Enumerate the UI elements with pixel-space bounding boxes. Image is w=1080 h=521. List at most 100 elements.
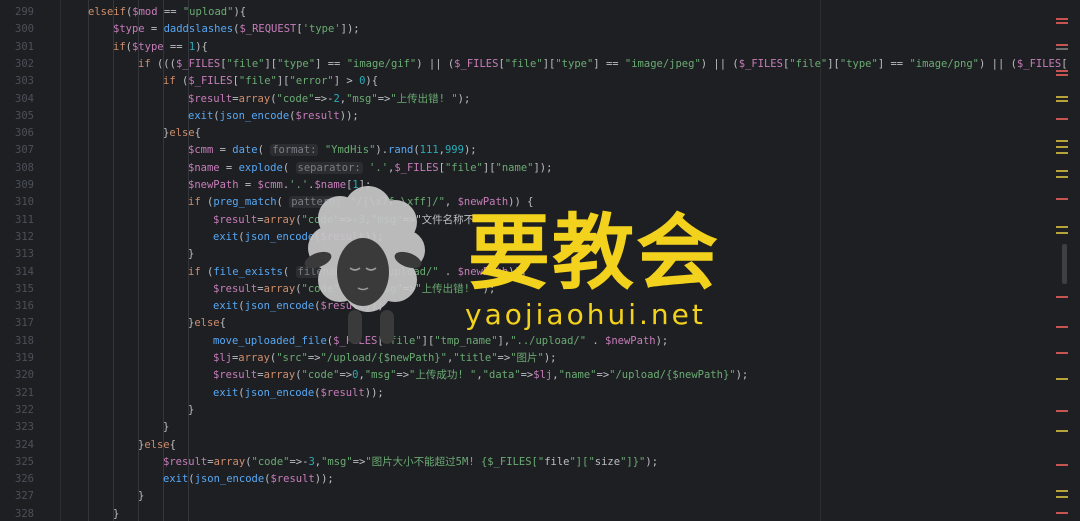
stripe-mark[interactable] <box>1056 70 1068 72</box>
stripe-mark[interactable] <box>1056 232 1068 234</box>
stripe-mark[interactable] <box>1056 410 1068 412</box>
line-number: 300 <box>15 23 34 36</box>
line-number: 324 <box>15 438 34 451</box>
line-number: 313 <box>15 248 34 261</box>
code-text[interactable]: } <box>163 419 169 436</box>
code-text[interactable]: $type = daddslashes($_REQUEST['type']); <box>113 21 360 38</box>
line-number: 307 <box>15 144 34 157</box>
code-line[interactable]: 319 $lj=array("src"=>"/upload/{$newPath}"… <box>0 350 1080 367</box>
code-text[interactable]: $result=array("code"=>-2,"msg"=>"上传出错! "… <box>188 91 470 108</box>
line-number: 314 <box>15 265 34 278</box>
stripe-mark[interactable] <box>1056 496 1068 498</box>
line-number: 311 <box>15 213 34 226</box>
code-line[interactable]: 301 if($type == 1){ <box>0 39 1080 56</box>
stripe-mark[interactable] <box>1056 74 1068 76</box>
stripe-mark[interactable] <box>1056 176 1068 178</box>
line-number: 305 <box>15 109 34 122</box>
code-text[interactable]: if ($_FILES["file"]["error"] > 0){ <box>163 73 378 90</box>
stripe-mark[interactable] <box>1056 490 1068 492</box>
vertical-scrollbar-thumb[interactable] <box>1062 244 1067 284</box>
line-number: 299 <box>15 6 34 18</box>
code-line[interactable]: 299 elseif($mod == "upload"){ <box>0 4 1080 21</box>
watermark-title: 要教会 <box>468 206 721 301</box>
code-text[interactable]: $name = explode( separator: '.',$_FILES[… <box>188 160 552 177</box>
code-text[interactable]: exit(json_encode($result)); <box>163 471 334 488</box>
code-text[interactable]: } <box>138 488 144 505</box>
code-line[interactable]: 307 $cmm = date( format: "YmdHis").rand(1… <box>0 142 1080 159</box>
line-number: 321 <box>15 386 34 399</box>
line-number: 315 <box>15 282 34 295</box>
code-line[interactable]: 300 $type = daddslashes($_REQUEST['type']… <box>0 21 1080 38</box>
code-line[interactable]: 322} <box>0 402 1080 419</box>
stripe-mark[interactable] <box>1056 152 1068 154</box>
code-text[interactable]: $result=array("code"=>0,"msg"=>"上传成功! ",… <box>213 367 748 384</box>
line-number: 304 <box>15 92 34 105</box>
code-line[interactable]: 320 $result=array("code"=>0,"msg"=>"上传成功!… <box>0 367 1080 384</box>
stripe-mark[interactable] <box>1056 22 1068 24</box>
line-number: 312 <box>15 230 34 243</box>
stripe-mark[interactable] <box>1056 512 1068 514</box>
stripe-mark[interactable] <box>1056 226 1068 228</box>
line-number: 319 <box>15 352 34 364</box>
code-text[interactable]: if ((($_FILES["file"]["type"] == "image/… <box>138 56 1068 73</box>
code-line[interactable]: 302 if ((($_FILES["file"]["type"] == "ima… <box>0 56 1080 73</box>
code-line[interactable]: 308 $name = explode( separator: '.',$_FIL… <box>0 160 1080 177</box>
code-text[interactable]: $cmm = date( format: "YmdHis").rand(111,… <box>188 142 477 159</box>
stripe-mark[interactable] <box>1056 326 1068 328</box>
sheep-logo-icon <box>304 186 425 344</box>
stripe-mark[interactable] <box>1056 352 1068 354</box>
code-line[interactable]: 305 exit(json_encode($result)); <box>0 108 1080 125</box>
code-text[interactable]: exit(json_encode($result)); <box>213 385 384 402</box>
line-number: 327 <box>15 490 34 503</box>
stripe-mark[interactable] <box>1056 96 1068 98</box>
line-number: 306 <box>15 127 34 140</box>
line-number: 310 <box>15 196 34 209</box>
stripe-mark[interactable] <box>1056 118 1068 120</box>
line-number: 322 <box>15 403 34 416</box>
stripe-mark[interactable] <box>1056 170 1068 172</box>
code-text[interactable]: $lj=array("src"=>"/upload/{$newPath}","t… <box>213 350 557 367</box>
code-text[interactable]: } <box>113 506 119 521</box>
code-line[interactable]: 321 exit(json_encode($result)); <box>0 385 1080 402</box>
code-line[interactable]: 327} <box>0 488 1080 505</box>
stripe-mark[interactable] <box>1056 140 1068 142</box>
code-text[interactable]: }else{ <box>163 125 201 142</box>
code-text[interactable]: exit(json_encode($result)); <box>188 108 359 125</box>
watermark-url: yaojiaohui.net <box>465 298 706 331</box>
code-line[interactable]: 326 exit(json_encode($result)); <box>0 471 1080 488</box>
stripe-mark[interactable] <box>1056 296 1068 298</box>
line-number: 326 <box>15 473 34 486</box>
line-number: 318 <box>15 334 34 347</box>
stripe-mark[interactable] <box>1056 18 1068 20</box>
code-line[interactable]: 306 }else{ <box>0 125 1080 142</box>
code-text[interactable]: elseif($mod == "upload"){ <box>88 4 246 21</box>
code-text[interactable]: if($type == 1){ <box>113 39 208 56</box>
stripe-mark[interactable] <box>1056 430 1068 432</box>
line-number: 309 <box>15 179 34 191</box>
code-line[interactable]: 328} <box>0 506 1080 521</box>
line-number: 325 <box>15 455 34 468</box>
line-number: 316 <box>15 300 34 313</box>
code-text[interactable]: } <box>188 402 194 419</box>
line-number: 308 <box>15 161 34 174</box>
code-text[interactable]: $result=array("code"=>-3,"msg"=>"图片大小不能超… <box>163 454 658 471</box>
line-number: 301 <box>15 40 34 53</box>
stripe-mark[interactable] <box>1056 198 1068 200</box>
stripe-mark[interactable] <box>1056 378 1068 380</box>
stripe-mark[interactable] <box>1056 44 1068 46</box>
code-text[interactable]: }else{ <box>188 315 226 332</box>
code-line[interactable]: 324 }else{ <box>0 437 1080 454</box>
line-number: 302 <box>15 57 34 70</box>
stripe-mark[interactable] <box>1056 48 1068 50</box>
code-line[interactable]: 303 if ($_FILES["file"]["error"] > 0){ <box>0 73 1080 90</box>
stripe-mark[interactable] <box>1056 146 1068 148</box>
line-number: 323 <box>15 421 34 434</box>
code-line[interactable]: 323} <box>0 419 1080 436</box>
line-number: 328 <box>15 507 34 520</box>
code-text[interactable]: } <box>188 246 194 263</box>
stripe-mark[interactable] <box>1056 464 1068 466</box>
code-line[interactable]: 325 $result=array("code"=>-3,"msg"=>"图片大小… <box>0 454 1080 471</box>
stripe-mark[interactable] <box>1056 100 1068 102</box>
code-line[interactable]: 304 $result=array("code"=>-2,"msg"=>"上传出错… <box>0 91 1080 108</box>
code-text[interactable]: }else{ <box>138 437 176 454</box>
